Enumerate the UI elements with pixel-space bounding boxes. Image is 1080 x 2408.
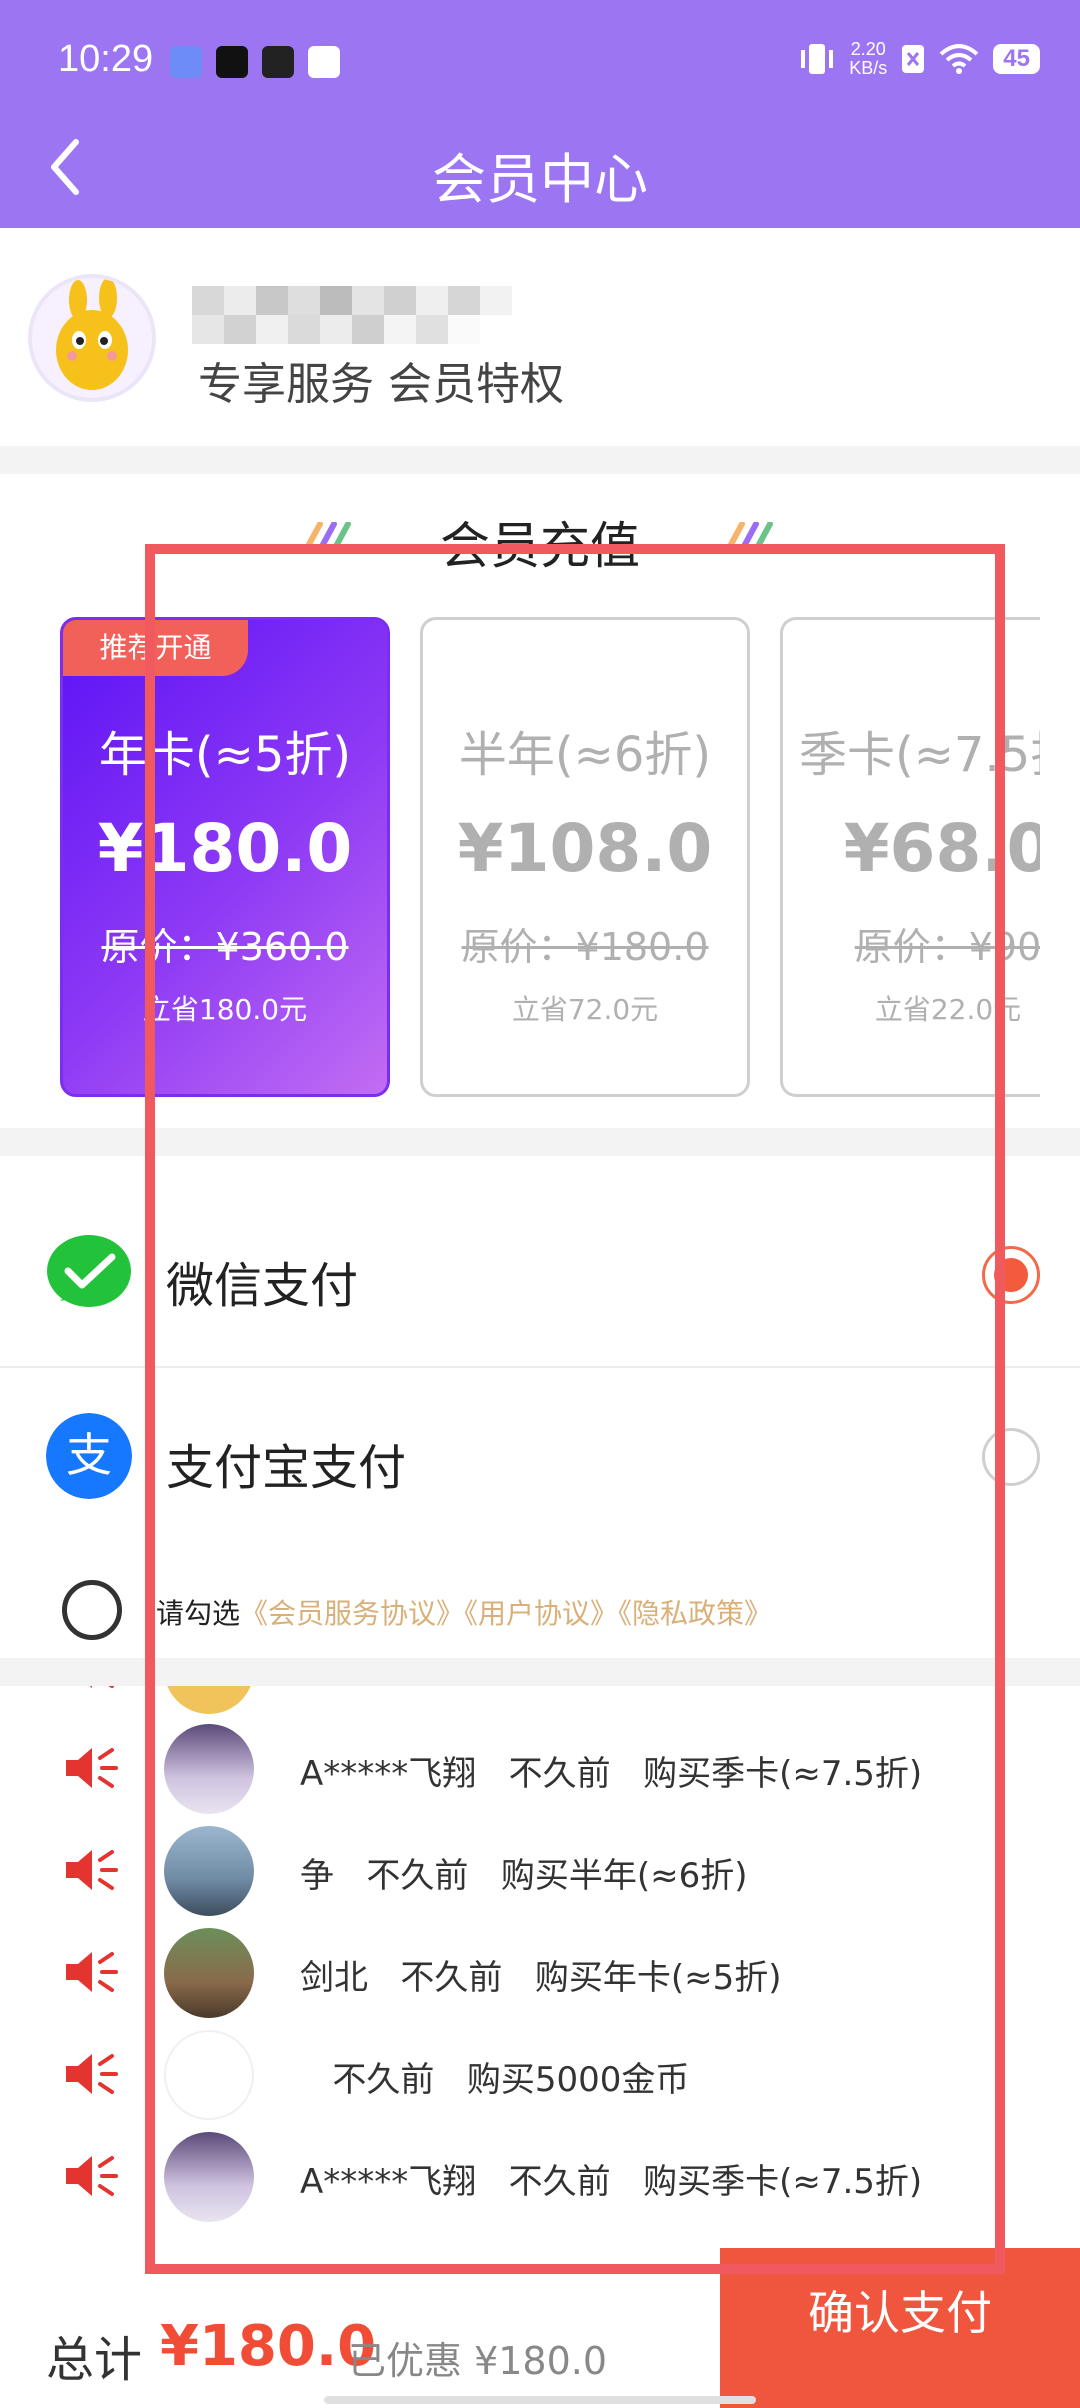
speaker-icon [66, 1850, 118, 1890]
plan-price: ¥68.0 [843, 810, 1040, 887]
decor-stripes-right [725, 522, 773, 552]
plan-card-yearly[interactable]: 推荐开通 年卡(≈5折) ¥180.0 原价：¥360.0 立省180.0元 [60, 617, 390, 1097]
wechat-pay-icon [47, 1235, 131, 1307]
speaker-icon [66, 2054, 118, 2094]
speaker-icon [66, 1952, 118, 1992]
status-bar: 10:29 2.20 KB/s 45 [0, 0, 1080, 120]
plan-original-price: 原价：¥90 [854, 925, 1040, 969]
home-indicator[interactable] [324, 2396, 756, 2404]
feed-row: A*****飞翔 不久前 购买季卡(≈7.5折) [0, 2124, 1080, 2226]
payment-option-alipay[interactable]: 支 支付宝支付 [0, 1370, 1080, 1548]
alipay-icon: 支 [46, 1413, 132, 1499]
plan-name: 半年(≈6折) [458, 727, 712, 783]
feed-row: 不久前 购买5000金币 [0, 2022, 1080, 2124]
plan-savings: 立省72.0元 [511, 993, 659, 1026]
plan-price: ¥180.0 [97, 810, 353, 887]
speaker-icon [66, 1748, 118, 1788]
speaker-icon [66, 2156, 118, 2196]
link-user-agreement[interactable]: 《用户协议》 [464, 1597, 618, 1630]
plan-original-price: 原价：¥180.0 [461, 925, 709, 969]
svg-text:支: 支 [66, 1428, 112, 1482]
avatar [164, 2030, 254, 2120]
avatar [164, 1928, 254, 2018]
checkout-bar: 总计 ¥180.0 已优惠 ¥180.0 确认支付 [0, 2248, 1080, 2408]
feed-text: 争 不久前 购买半年(≈6折) [300, 1856, 748, 1896]
payment-divider [0, 1366, 1080, 1368]
agreement-prefix: 请勾选 [156, 1597, 241, 1630]
page-title: 会员中心 [432, 148, 648, 211]
feed-row: A*****飞翔 不久前 购买季卡(≈7.5折) [0, 1716, 1080, 1818]
status-tiktok-icon [216, 46, 248, 78]
profile-subtitle: 专享服务 会员特权 [198, 359, 564, 410]
no-sim-icon [902, 45, 925, 73]
discount-text: 已优惠 ¥180.0 [348, 2339, 608, 2383]
feed-text: 不久前 购买5000金币 [300, 2060, 690, 2100]
status-app-icon-4 [308, 46, 340, 78]
section-divider [0, 1128, 1080, 1156]
feed-text: A*****飞翔 不久前 购买季卡(≈7.5折) [300, 2162, 923, 2202]
feed-row-partial [0, 1686, 1080, 1718]
plan-card-half-year[interactable]: 半年(≈6折) ¥108.0 原价：¥180.0 立省72.0元 [420, 617, 750, 1097]
status-right: 2.20 KB/s 45 [799, 40, 1040, 78]
status-time: 10:29 [58, 38, 154, 80]
alipay-radio[interactable] [982, 1428, 1040, 1486]
avatar [164, 1724, 254, 1814]
confirm-pay-button[interactable]: 确认支付 [720, 2248, 1080, 2408]
plan-savings: 立省180.0元 [142, 993, 308, 1026]
plan-card-quarterly[interactable]: 季卡(≈7.5折) ¥68.0 原价：¥90 立省22.0元 [780, 617, 1040, 1097]
vibrate-icon [801, 44, 834, 74]
link-member-service-agreement[interactable]: 《会员服务协议》 [240, 1597, 464, 1630]
avatar [164, 2132, 254, 2222]
feed-row: 剑北 不久前 购买年卡(≈5折) [0, 1920, 1080, 2022]
network-speed: 2.20 KB/s [849, 40, 887, 78]
total-amount: ¥180.0 [160, 2314, 377, 2379]
speaker-icon [89, 1686, 114, 1688]
avatar[interactable] [28, 274, 156, 402]
feed-row: 争 不久前 购买半年(≈6折) [0, 1818, 1080, 1920]
mascot-icon [56, 278, 128, 390]
agreement-row: 请勾选《会员服务协议》《用户协议》《隐私政策》 [0, 1570, 1080, 1640]
recommend-badge: 推荐开通 [63, 620, 248, 676]
agreement-text: 请勾选《会员服务协议》《用户协议》《隐私政策》 [156, 1592, 772, 1632]
plan-price: ¥108.0 [457, 810, 713, 887]
battery-level: 45 [993, 44, 1040, 74]
total-label: 总计 [46, 2332, 143, 2388]
plan-original-price: 原价：¥360.0 [101, 925, 349, 969]
username-blurred [192, 286, 512, 344]
status-app-icon-3 [262, 46, 294, 78]
wifi-icon [939, 44, 979, 74]
feed-text: 剑北 不久前 购买年卡(≈5折) [300, 1958, 782, 1998]
plan-name: 年卡(≈5折) [98, 727, 352, 783]
section-divider [0, 446, 1080, 474]
app-header: 10:29 2.20 KB/s 45 会员中心 [0, 0, 1080, 228]
wechat-pay-label: 微信支付 [166, 1258, 359, 1314]
purchase-feed: A*****飞翔 不久前 购买季卡(≈7.5折) 争 不久前 购买半年(≈6折)… [0, 1686, 1080, 2226]
alipay-label: 支付宝支付 [166, 1440, 407, 1496]
network-speed-value: 2.20 [850, 39, 886, 59]
profile-section: 专享服务 会员特权 [0, 228, 1080, 446]
wechat-pay-radio[interactable] [982, 1246, 1040, 1304]
section-divider [0, 1658, 1080, 1686]
link-privacy-policy[interactable]: 《隐私政策》 [618, 1597, 772, 1630]
avatar [164, 1826, 254, 1916]
agreement-checkbox[interactable] [62, 1580, 122, 1640]
recharge-title: 会员充值 [440, 517, 640, 575]
network-speed-unit: KB/s [849, 58, 888, 78]
plan-name: 季卡(≈7.5折) [798, 727, 1040, 783]
payment-option-wechat[interactable]: 微信支付 [0, 1188, 1080, 1366]
status-app-icon-1 [170, 46, 202, 78]
feed-text: A*****飞翔 不久前 购买季卡(≈7.5折) [300, 1754, 923, 1794]
avatar [164, 1686, 254, 1714]
plan-savings: 立省22.0元 [874, 993, 1022, 1026]
